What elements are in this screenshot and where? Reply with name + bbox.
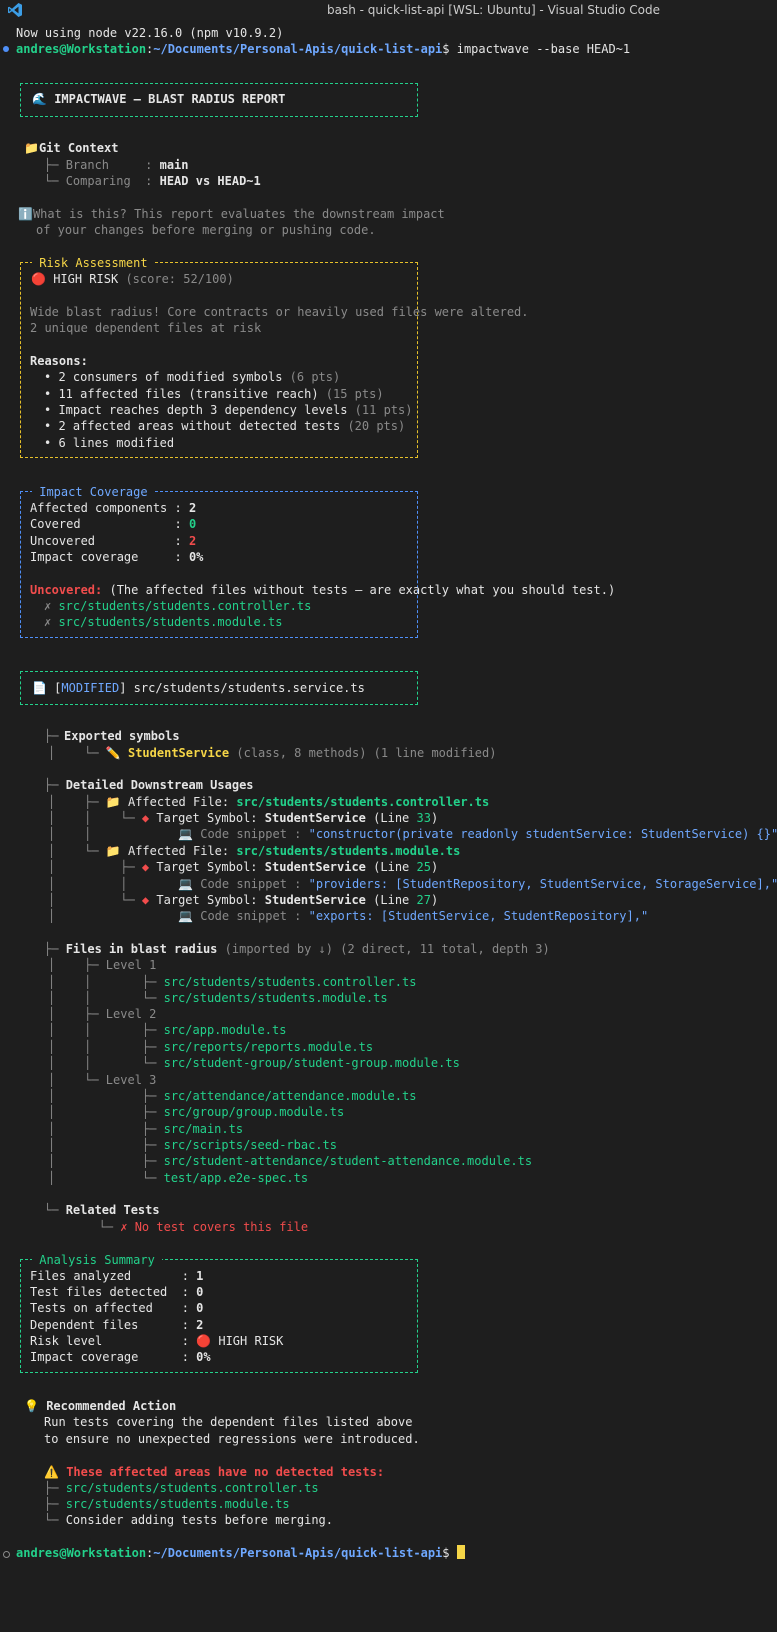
diamond-icon: ◆ xyxy=(141,860,150,874)
warning-file[interactable]: ├─ src/students/students.controller.ts xyxy=(44,1480,319,1497)
recommended-line-2: to ensure no unexpected regressions were… xyxy=(44,1432,420,1446)
summary-title: Analysis Summary xyxy=(32,1252,163,1269)
blast-file[interactable]: │ │ ├─ src/students/students.controller.… xyxy=(48,974,416,991)
lightbulb-icon: 💡 xyxy=(24,1399,39,1413)
affected-file-row[interactable]: │ ├─ 📁 Affected File: src/students/stude… xyxy=(48,794,489,811)
reasons-label: Reasons: xyxy=(30,354,88,368)
coverage-title: Impact Coverage xyxy=(32,484,155,501)
info-line-2: of your changes before merging or pushin… xyxy=(36,223,376,237)
blast-level: │ ├─ Level 1 xyxy=(48,958,157,972)
summary-row: Dependent files : 2 xyxy=(30,1318,204,1332)
risk-desc-2: 2 unique dependent files at risk xyxy=(30,321,262,335)
related-tests-row: └─ ✗ No test covers this file xyxy=(48,1220,309,1234)
code-snippet-row: │ │ 💻 Code snippet : "constructor(privat… xyxy=(48,827,777,841)
compare-row: └─ Comparing : HEAD vs HEAD~1 xyxy=(44,174,261,188)
prompt-line: andres@Workstation:~/Documents/Personal-… xyxy=(16,42,631,56)
exported-symbols-title: Exported symbols xyxy=(64,729,180,743)
wave-icon: 🌊 xyxy=(32,92,47,106)
reason-item: • Impact reaches depth 3 dependency leve… xyxy=(44,403,413,417)
target-symbol-row: │ ├─ ◆ Target Symbol: StudentService (Li… xyxy=(48,860,439,874)
cross-icon: ✗ xyxy=(44,599,59,613)
laptop-icon: 💻 xyxy=(178,827,193,841)
warning-line: ⚠️ These affected areas have no detected… xyxy=(44,1465,385,1479)
command-decoration-icon[interactable] xyxy=(3,46,9,52)
coverage-row: Uncovered : 2 xyxy=(30,534,197,548)
coverage-row: Impact coverage : 0% xyxy=(30,550,204,564)
red-circle-icon: 🔴 xyxy=(196,1334,212,1348)
code-snippet-row: │ 💻 Code snippet : "exports: [StudentSer… xyxy=(48,909,649,923)
document-icon: 📄 xyxy=(32,681,47,695)
command-text: impactwave --base HEAD~1 xyxy=(456,42,631,56)
report-title: 🌊 IMPACTWAVE — BLAST RADIUS REPORT xyxy=(32,92,286,106)
pencil-icon: ✏️ xyxy=(105,746,121,760)
blast-file[interactable]: │ │ └─ src/student-group/student-group.m… xyxy=(48,1055,460,1072)
title-bar: bash - quick-list-api [WSL: Ubuntu] - Vi… xyxy=(0,0,777,20)
coverage-row: Covered : 0 xyxy=(30,517,197,531)
window-title: bash - quick-list-api [WSL: Ubuntu] - Vi… xyxy=(327,3,660,17)
folder-icon: 📁 xyxy=(105,844,121,858)
branch-row: ├─ Branch : main xyxy=(44,158,189,172)
warning-icon: ⚠️ xyxy=(44,1465,59,1479)
blast-level: │ ├─ Level 2 xyxy=(48,1007,157,1021)
tree-branch: ├─ xyxy=(44,729,59,743)
laptop-icon: 💻 xyxy=(178,909,193,923)
info-icon: ℹ️ xyxy=(18,207,33,221)
cross-icon: ✗ xyxy=(44,615,59,629)
diamond-icon: ◆ xyxy=(141,811,150,825)
blast-file[interactable]: │ ├─ src/scripts/seed-rbac.ts xyxy=(48,1137,337,1154)
recommended-line-1: Run tests covering the dependent files l… xyxy=(44,1415,413,1429)
warning-file[interactable]: ├─ src/students/students.module.ts xyxy=(44,1496,290,1513)
exported-symbol-row: │ └─ ✏️ StudentService (class, 8 methods… xyxy=(48,746,497,760)
blast-file[interactable]: │ ├─ src/attendance/attendance.module.ts xyxy=(48,1088,416,1105)
risk-level: 🔴 HIGH RISK (score: 52/100) xyxy=(31,272,234,286)
risk-desc-1: Wide blast radius! Core contracts or hea… xyxy=(30,305,529,319)
final-prompt-line[interactable]: andres@Workstation:~/Documents/Personal-… xyxy=(16,1545,465,1562)
folder-icon: 📁 xyxy=(24,141,39,155)
red-circle-icon: 🔴 xyxy=(31,272,46,286)
info-line-1: ℹ️What is this? This report evaluates th… xyxy=(18,207,445,221)
uncovered-file[interactable]: ✗ src/students/students.controller.ts xyxy=(44,598,311,615)
risk-title: Risk Assessment xyxy=(32,255,155,272)
blast-file[interactable]: │ ├─ src/student-attendance/student-atte… xyxy=(48,1153,532,1170)
terminal-cursor xyxy=(456,1545,465,1559)
uncovered-note: Uncovered: (The affected files without t… xyxy=(30,583,616,597)
node-message: Now using node v22.16.0 (npm v10.9.2) xyxy=(16,26,284,40)
target-symbol-row: │ │ └─ ◆ Target Symbol: StudentService (… xyxy=(48,811,439,825)
code-snippet-row: │ │ 💻 Code snippet : "providers: [Studen… xyxy=(48,877,777,891)
warning-note: └─ Consider adding tests before merging. xyxy=(44,1513,333,1527)
diamond-icon: ◆ xyxy=(141,893,150,907)
usages-title-row: ├─ Detailed Downstream Usages xyxy=(44,778,254,792)
reason-item: • 6 lines modified xyxy=(44,436,175,450)
summary-row: Impact coverage : 0% xyxy=(30,1350,211,1364)
recommended-title: 💡 Recommended Action xyxy=(24,1399,177,1413)
coverage-row: Affected components : 2 xyxy=(30,501,197,515)
git-context-title: 📁Git Context xyxy=(24,141,119,155)
summary-row: Tests on affected : 0 xyxy=(30,1301,204,1315)
command-decoration-icon[interactable] xyxy=(3,1551,10,1558)
blast-file[interactable]: │ │ ├─ src/app.module.ts xyxy=(48,1022,286,1039)
uncovered-file[interactable]: ✗ src/students/students.module.ts xyxy=(44,614,282,631)
blast-file[interactable]: │ │ ├─ src/reports/reports.module.ts xyxy=(48,1039,373,1056)
blast-file[interactable]: │ ├─ src/main.ts xyxy=(48,1121,243,1138)
reason-item: • 11 affected files (transitive reach) (… xyxy=(44,387,384,401)
summary-row: Test files detected : 0 xyxy=(30,1285,204,1299)
modified-file-header: 📄 [MODIFIED] src/students/students.servi… xyxy=(32,681,365,695)
folder-icon: 📁 xyxy=(105,795,121,809)
blast-file[interactable]: │ ├─ src/group/group.module.ts xyxy=(48,1104,344,1121)
blast-file[interactable]: │ └─ test/app.e2e-spec.ts xyxy=(48,1170,308,1187)
related-tests-title-row: └─ Related Tests xyxy=(44,1203,160,1217)
summary-row: Risk level : 🔴 HIGH RISK xyxy=(30,1334,284,1348)
blast-title-row: ├─ Files in blast radius (imported by ↓)… xyxy=(44,942,550,956)
cross-icon: ✗ xyxy=(120,1220,135,1234)
summary-row: Files analyzed : 1 xyxy=(30,1269,204,1283)
blast-level: │ └─ Level 3 xyxy=(48,1073,157,1087)
target-symbol-row: │ └─ ◆ Target Symbol: StudentService (Li… xyxy=(48,893,439,907)
blast-file[interactable]: │ │ └─ src/students/students.module.ts xyxy=(48,990,388,1007)
affected-file-row[interactable]: │ └─ 📁 Affected File: src/students/stude… xyxy=(48,843,460,860)
reason-item: • 2 consumers of modified symbols (6 pts… xyxy=(44,370,341,384)
reason-item: • 2 affected areas without detected test… xyxy=(44,419,406,433)
laptop-icon: 💻 xyxy=(178,877,193,891)
